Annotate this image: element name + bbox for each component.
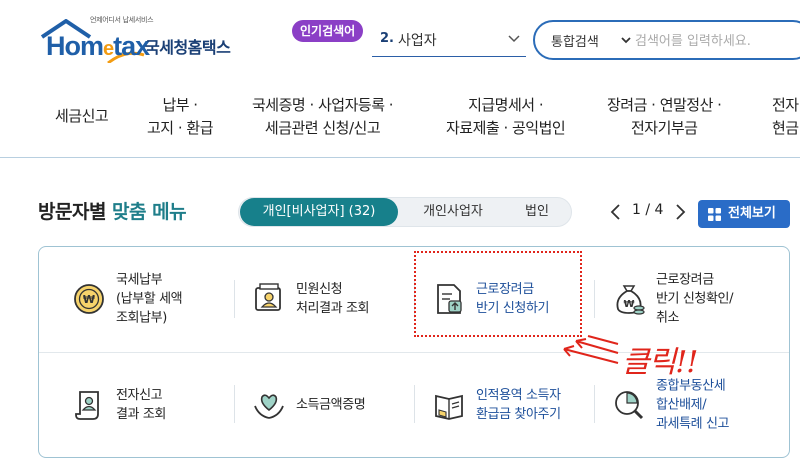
search-input[interactable] bbox=[635, 30, 800, 52]
click-annotation: 클릭!! bbox=[622, 345, 698, 380]
tab-individual-non-business[interactable]: 개인[비사업자] (32) bbox=[240, 198, 398, 226]
menu-item-label: 근로장려금 반기 신청확인/ 취소 bbox=[656, 272, 734, 326]
svg-text:₩: ₩ bbox=[83, 293, 95, 306]
nav-payment-statement[interactable]: 지급명세서 · 자료제출 · 공익법인 bbox=[446, 94, 566, 140]
scroll-person-icon bbox=[75, 391, 99, 420]
view-all-button[interactable]: 전체보기 bbox=[698, 200, 790, 228]
visitor-tabs: 개인[비사업자] (32) 개인사업자 법인 bbox=[238, 197, 572, 227]
popular-search-badge: 인기검색어 bbox=[292, 20, 364, 42]
popular-rank: 2. bbox=[380, 31, 394, 46]
menu-item-label: 인적용역 소득자 환급금 찾아주기 bbox=[476, 388, 561, 422]
pointer-arrows-icon bbox=[563, 335, 619, 364]
highlight-box bbox=[414, 251, 582, 337]
menu-pager: 1 / 4 bbox=[606, 200, 688, 224]
menu-item-earned-income-check[interactable]: ₩ 근로장려금 반기 신청확인/ 취소 bbox=[612, 259, 782, 339]
menu-item-tax-payment[interactable]: ₩ 국세납부 (납부할 세액 조회납부) bbox=[72, 259, 242, 339]
nav-payment-refund[interactable]: 납부 · 고지 · 환급 bbox=[147, 94, 214, 140]
main-nav: 세금신고 납부 · 고지 · 환급 국세증명 · 사업자등록 · 세금관련 신청… bbox=[0, 78, 800, 158]
nav-tax-filing[interactable]: 세금신고 bbox=[55, 105, 109, 128]
menu-item-civil-complaint[interactable]: 민원신청 처리결과 조회 bbox=[252, 259, 422, 339]
coin-won-icon: ₩ bbox=[74, 284, 104, 314]
magnifier-chart-icon bbox=[615, 391, 644, 420]
section-title: 방문자별 맞춤 메뉴 bbox=[38, 201, 187, 223]
search-scope-select[interactable]: 통합검색 bbox=[551, 31, 599, 50]
tab-corporation[interactable]: 법인 bbox=[507, 198, 567, 226]
nav-electronic-cash[interactable]: 전자 현금 bbox=[772, 94, 799, 140]
page-indicator: 1 / 4 bbox=[632, 202, 664, 218]
chevron-right-icon[interactable] bbox=[672, 203, 688, 221]
logo-subtitle: 국세청홈택스 bbox=[145, 38, 231, 57]
certificate-person-icon bbox=[255, 283, 281, 311]
grid-icon bbox=[708, 208, 721, 221]
money-bag-icon: ₩ bbox=[616, 285, 645, 315]
menu-item-label: 소득금액증명 bbox=[296, 397, 366, 413]
nav-certificate-registration[interactable]: 국세증명 · 사업자등록 · 세금관련 신청/신고 bbox=[252, 94, 394, 140]
popular-term: 사업자 bbox=[398, 33, 437, 49]
menu-item-label: 국세납부 (납부할 세액 조회납부) bbox=[116, 272, 183, 326]
tab-individual-business[interactable]: 개인사업자 bbox=[405, 198, 501, 226]
logo-wordmark: Hometax bbox=[46, 31, 150, 61]
menu-item-refund-finder[interactable]: 인적용역 소득자 환급금 찾아주기 bbox=[432, 365, 602, 445]
view-all-label: 전체보기 bbox=[728, 206, 776, 221]
open-book-icon bbox=[435, 394, 463, 420]
menu-item-e-filing-result[interactable]: 전자신고 결과 조회 bbox=[72, 365, 242, 445]
popular-search-dropdown[interactable]: 2. 사업자 bbox=[372, 27, 526, 57]
search-box: 통합검색 bbox=[533, 20, 800, 60]
chevron-down-icon[interactable] bbox=[621, 35, 631, 45]
hometax-logo[interactable]: 언제어디서 납세서비스 Hometax 국세청홈택스 bbox=[38, 14, 238, 66]
site-header: 언제어디서 납세서비스 Hometax 국세청홈택스 인기검색어 2. 사업자 … bbox=[0, 0, 800, 78]
menu-item-income-certificate[interactable]: 소득금액증명 bbox=[252, 365, 422, 445]
menu-item-label: 종합부동산세 합산배제/ 과세특례 신고 bbox=[656, 378, 730, 432]
nav-incentive-yearend[interactable]: 장려금 · 연말정산 · 전자기부금 bbox=[607, 94, 722, 140]
menu-item-label: 전자신고 결과 조회 bbox=[116, 388, 166, 422]
svg-text:₩: ₩ bbox=[623, 299, 634, 310]
chevron-down-icon bbox=[508, 35, 520, 43]
chevron-left-icon[interactable] bbox=[608, 203, 624, 221]
heart-hands-icon bbox=[254, 394, 284, 419]
menu-item-label: 민원신청 처리결과 조회 bbox=[296, 282, 370, 316]
